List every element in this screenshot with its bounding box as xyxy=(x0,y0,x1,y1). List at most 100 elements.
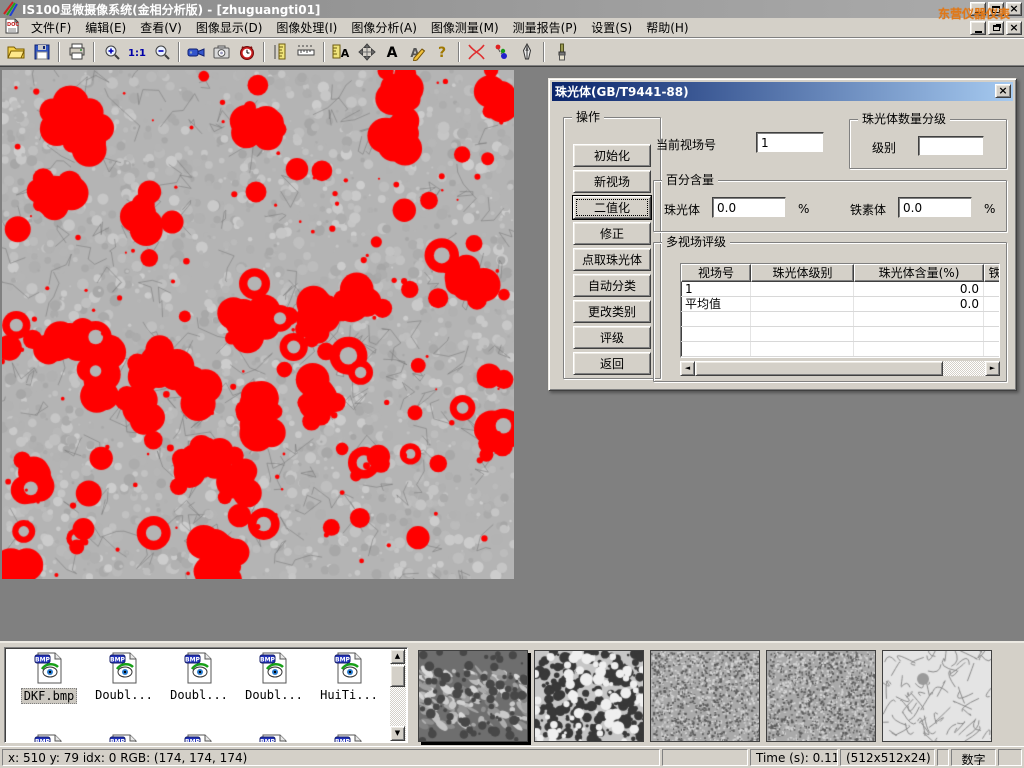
ferrite-percent-input[interactable] xyxy=(898,197,972,218)
ruler-h-button[interactable] xyxy=(294,40,319,64)
print-button[interactable] xyxy=(64,40,89,64)
grade-button[interactable]: 评级 xyxy=(573,326,651,349)
scroll-right-icon[interactable]: ► xyxy=(985,361,1000,376)
file-item-Doubl...[interactable]: BMPDoubl... xyxy=(163,652,235,702)
rating-col-2[interactable]: 珠光体级别 xyxy=(751,264,854,282)
zoom-out-button[interactable] xyxy=(149,40,174,64)
curve-tool-button[interactable] xyxy=(464,40,489,64)
grade-input[interactable] xyxy=(918,136,984,156)
file-item-DKF.bmp[interactable]: BMPDKF.bmp xyxy=(13,652,85,704)
menu-item-4[interactable]: 图像显示(D) xyxy=(189,19,270,37)
mdi-restore-button[interactable] xyxy=(988,21,1004,35)
actual-size-button[interactable]: 1:1 xyxy=(124,40,149,64)
app-logo-icon xyxy=(2,0,18,19)
pen-tool-button[interactable] xyxy=(514,40,539,64)
toolbar: 1:1AAA? xyxy=(0,39,1024,66)
file-item-row2[interactable]: BMP xyxy=(163,734,235,743)
svg-text:BMP: BMP xyxy=(260,657,276,664)
binarize-button[interactable]: 二值化 xyxy=(573,196,651,219)
zoom-in-icon xyxy=(103,43,121,61)
new-field-button[interactable]: 新视场 xyxy=(573,170,651,193)
dialog-title-bar[interactable]: 珠光体(GB/T9441-88) xyxy=(552,82,1013,101)
file-item-row2[interactable]: BMP xyxy=(88,734,160,743)
pearlite-percent-label: 珠光体 xyxy=(664,201,700,218)
file-item-HuiTi...[interactable]: BMPHuiTi... xyxy=(313,652,385,702)
change-class-button[interactable]: 更改类别 xyxy=(573,300,651,323)
rating-row-3[interactable] xyxy=(681,312,999,327)
measure-label-button[interactable]: A xyxy=(329,40,354,64)
pearlite-percent-input[interactable] xyxy=(712,197,786,218)
thumbnail-4[interactable] xyxy=(766,650,876,742)
rating-table[interactable]: 视场号珠光体级别珠光体含量(%)铁素体含量(%) 10.0平均值0.0 xyxy=(680,263,1000,358)
initialize-button[interactable]: 初始化 xyxy=(573,144,651,167)
rating-col-3[interactable]: 珠光体含量(%) xyxy=(854,264,984,282)
pick-pearlite-button[interactable]: 点取珠光体 xyxy=(573,248,651,271)
menu-item-9[interactable]: 设置(S) xyxy=(584,19,639,37)
save-button[interactable] xyxy=(29,40,54,64)
rating-group: 多视场评级 视场号珠光体级别珠光体含量(%)铁素体含量(%) 10.0平均值0.… xyxy=(653,242,1007,382)
thumbnail-1[interactable] xyxy=(418,650,528,742)
scroll-down-icon[interactable]: ▼ xyxy=(390,726,405,741)
menu-item-8[interactable]: 测量报告(P) xyxy=(506,19,585,37)
file-item-row2[interactable]: BMP xyxy=(13,734,85,743)
brush-tool-button[interactable] xyxy=(549,40,574,64)
maximize-button[interactable] xyxy=(988,2,1004,16)
capture-camera-button[interactable] xyxy=(209,40,234,64)
rating-cell xyxy=(751,327,854,341)
open-folder-button[interactable] xyxy=(4,40,29,64)
file-vscrollbar[interactable]: ▲ ▼ xyxy=(390,649,406,741)
dialog-close-button[interactable]: × xyxy=(995,84,1011,98)
thumbnail-5[interactable] xyxy=(882,650,992,742)
menu-item-1[interactable]: 文件(F) xyxy=(24,19,78,37)
timer-button[interactable] xyxy=(234,40,259,64)
measure-label-icon: A xyxy=(332,43,351,61)
menu-item-2[interactable]: 编辑(E) xyxy=(78,19,133,37)
edit-annotate-button[interactable]: A xyxy=(404,40,429,64)
current-field-input[interactable] xyxy=(756,132,824,153)
rating-col-1[interactable]: 视场号 xyxy=(681,264,751,282)
scroll-up-icon[interactable]: ▲ xyxy=(390,649,405,664)
rating-cell xyxy=(751,282,854,296)
rating-cell xyxy=(681,312,751,326)
rating-cell xyxy=(751,312,854,326)
caliper-v-button[interactable] xyxy=(269,40,294,64)
vscroll-thumb[interactable] xyxy=(390,665,405,687)
rating-cell xyxy=(854,342,984,356)
auto-classify-button[interactable]: 自动分类 xyxy=(573,274,651,297)
micrograph-image[interactable] xyxy=(2,70,514,579)
minimize-button[interactable] xyxy=(970,2,986,16)
text-annotate-button[interactable]: A xyxy=(379,40,404,64)
file-item-row2[interactable]: BMP xyxy=(238,734,310,743)
file-item-row2[interactable]: BMP xyxy=(313,734,385,743)
rating-col-4[interactable]: 铁素体含量(%) xyxy=(984,264,1000,282)
mdi-minimize-button[interactable] xyxy=(970,21,986,35)
bmp-file-icon: BMP xyxy=(13,734,85,743)
menu-item-3[interactable]: 查看(V) xyxy=(133,19,189,37)
pan-move-button[interactable] xyxy=(354,40,379,64)
rating-row-2[interactable]: 平均值0.0 xyxy=(681,297,999,312)
capture-camera-icon xyxy=(212,43,231,61)
rating-row-1[interactable]: 10.0 xyxy=(681,282,999,297)
scroll-left-icon[interactable]: ◄ xyxy=(680,361,695,376)
correct-button[interactable]: 修正 xyxy=(573,222,651,245)
close-button[interactable]: × xyxy=(1006,2,1022,16)
rating-table-hscrollbar[interactable]: ◄ ► xyxy=(680,361,1000,376)
ruler-h-icon xyxy=(297,43,316,61)
menu-item-6[interactable]: 图像分析(A) xyxy=(344,19,424,37)
color-marker-button[interactable] xyxy=(489,40,514,64)
rating-row-5[interactable] xyxy=(681,342,999,357)
file-item-Doubl...[interactable]: BMPDoubl... xyxy=(88,652,160,702)
menu-item-5[interactable]: 图像处理(I) xyxy=(269,19,344,37)
hscroll-thumb[interactable] xyxy=(695,361,943,376)
thumbnail-2[interactable] xyxy=(534,650,644,742)
return-button[interactable]: 返回 xyxy=(573,352,651,375)
help-button[interactable]: ? xyxy=(429,40,454,64)
mdi-close-button[interactable]: × xyxy=(1006,21,1022,35)
thumbnail-3[interactable] xyxy=(650,650,760,742)
zoom-in-button[interactable] xyxy=(99,40,124,64)
rating-row-4[interactable] xyxy=(681,327,999,342)
file-item-Doubl...[interactable]: BMPDoubl... xyxy=(238,652,310,702)
menu-item-10[interactable]: 帮助(H) xyxy=(639,19,695,37)
menu-item-7[interactable]: 图像测量(M) xyxy=(424,19,506,37)
video-camera-button[interactable] xyxy=(184,40,209,64)
